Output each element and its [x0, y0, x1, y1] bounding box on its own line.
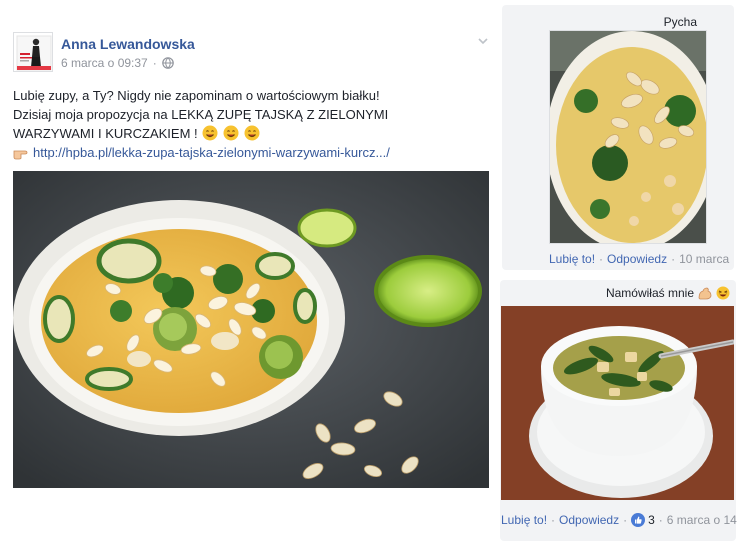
avatar[interactable]	[13, 32, 53, 72]
post-link[interactable]: http://hpba.pl/lekka-zupa-tajska-zielony…	[33, 145, 390, 160]
post-text: Lubię zupy, a Ty? Nigdy nie zapominam o …	[13, 86, 488, 162]
dot-separator: ·	[152, 56, 157, 70]
comment-photo[interactable]	[501, 306, 734, 500]
smiley-emoji	[244, 125, 260, 141]
dot-separator: ·	[623, 513, 628, 527]
post-line-1: Lubię zupy, a Ty? Nigdy nie zapominam o …	[13, 88, 380, 103]
post-meta: 6 marca o 09:37 ·	[61, 56, 174, 70]
like-count[interactable]: 3	[631, 513, 655, 527]
laughing-emoji	[716, 286, 730, 300]
post-date[interactable]: 6 marca o 09:37	[61, 56, 148, 70]
comment: Pycha Lubię to! · Odpowiedz · 10 marca	[502, 5, 734, 270]
comment-text: Namówiłaś mnie	[605, 286, 694, 300]
comment-text-row: Namówiłaś mnie	[606, 286, 730, 300]
like-link[interactable]: Lubię to!	[549, 252, 595, 266]
reply-link[interactable]: Odpowiedz	[607, 252, 667, 266]
flexed-biceps-emoji	[698, 287, 712, 300]
author-name[interactable]: Anna Lewandowska	[61, 36, 195, 52]
reply-link[interactable]: Odpowiedz	[559, 513, 619, 527]
post: Anna Lewandowska 6 marca o 09:37 · Lubię…	[0, 0, 496, 541]
link-line: http://hpba.pl/lekka-zupa-tajska-zielony…	[13, 143, 488, 162]
post-line-2: Dzisiaj moja propozycja na LEKKĄ ZUPĘ TA…	[13, 107, 389, 122]
dot-separator: ·	[671, 252, 676, 266]
globe-icon	[161, 57, 174, 69]
like-thumb-icon	[631, 513, 646, 527]
dot-separator: ·	[658, 513, 663, 527]
chevron-down-icon[interactable]	[476, 34, 490, 48]
comment-time[interactable]: 10 marca	[679, 252, 729, 266]
comment-photo[interactable]	[549, 30, 707, 244]
emoji-group	[201, 125, 260, 141]
smiley-emoji	[202, 125, 218, 141]
like-link[interactable]: Lubię to!	[501, 513, 547, 527]
comment-time[interactable]: 6 marca o 14	[667, 513, 737, 527]
pointing-hand-emoji	[13, 150, 28, 160]
comment-text: Pycha	[663, 15, 697, 29]
dot-separator: ·	[551, 513, 556, 527]
comment-actions: Lubię to! · Odpowiedz · 3 · 6 marca o 14	[501, 513, 737, 527]
dot-separator: ·	[599, 252, 604, 266]
like-count-value: 3	[648, 513, 655, 527]
smiley-emoji	[223, 125, 239, 141]
soup-photo[interactable]	[13, 171, 489, 488]
comment-actions: Lubię to! · Odpowiedz · 10 marca	[549, 252, 729, 266]
comment: Namówiłaś mnie Lubię to! · Odpowiedz · 3…	[500, 280, 737, 541]
post-line-3: WARZYWAMI I KURCZAKIEM !	[13, 124, 488, 143]
